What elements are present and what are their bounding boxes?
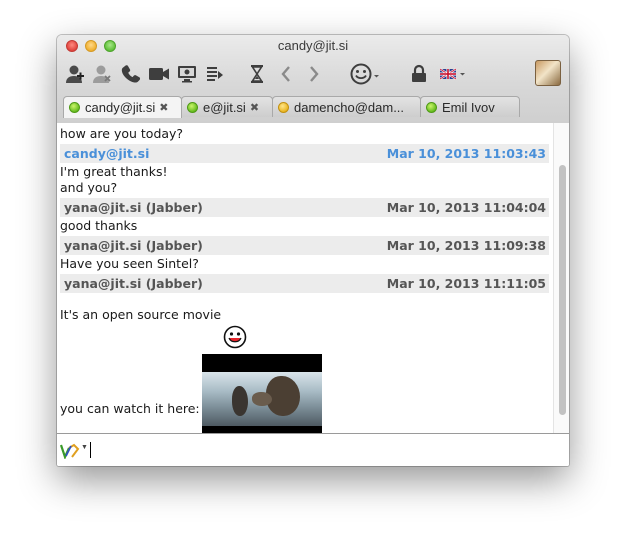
message-timestamp: Mar 10, 2013 11:11:05 [386,276,546,291]
chat-window: candy@jit.si candy@jit.si ✖ e@jit.si ✖ d… [57,35,569,466]
message-header: yana@jit.si (Jabber) Mar 10, 2013 11:04:… [60,198,549,217]
smiley-icon[interactable] [349,63,383,85]
tab-damencho[interactable]: damencho@dam... [272,96,421,117]
avatar[interactable] [535,60,561,86]
message-header: yana@jit.si (Jabber) Mar 10, 2013 11:11:… [60,274,549,293]
history-icon[interactable] [247,63,267,85]
sender-name: candy@jit.si [64,146,150,161]
message-timestamp: Mar 10, 2013 11:03:43 [386,146,546,161]
close-tab-icon[interactable]: ✖ [159,101,168,114]
smiley-emoticon-icon [223,325,247,349]
lock-icon[interactable] [409,63,429,85]
away-status-icon [278,101,289,113]
online-status-icon [187,101,198,113]
vertical-scrollbar[interactable] [553,123,569,433]
send-file-icon[interactable] [204,63,226,85]
text-caret [90,442,91,458]
sender-name: yana@jit.si (Jabber) [64,200,203,215]
tab-label: candy@jit.si [85,100,156,115]
tab-e[interactable]: e@jit.si ✖ [181,96,273,117]
message-header: yana@jit.si (Jabber) Mar 10, 2013 11:09:… [60,236,549,255]
forward-icon[interactable] [306,63,322,85]
close-tab-icon[interactable]: ✖ [250,101,259,114]
message-text: and you? [60,180,118,195]
chat-tabs: candy@jit.si ✖ e@jit.si ✖ damencho@dam..… [63,96,520,118]
title-bar: candy@jit.si candy@jit.si ✖ e@jit.si ✖ d… [57,35,569,124]
video-frame [202,372,322,426]
scrollbar-thumb[interactable] [559,165,566,415]
video-figure [232,386,248,416]
flag-uk-icon[interactable] [438,63,468,85]
message-text: It's an open source movie [60,307,222,322]
message-text: you can watch it here: [60,401,200,416]
chevron-down-icon[interactable]: ▼ [81,444,88,451]
add-contact-icon[interactable] [64,63,86,85]
tab-candy[interactable]: candy@jit.si ✖ [63,96,182,118]
phone-icon[interactable] [120,63,142,85]
tab-emil-ivov[interactable]: Emil Ivov [420,96,520,117]
tab-label: damencho@dam... [294,99,405,115]
tab-label: e@jit.si [203,99,246,115]
tab-label: Emil Ivov [442,99,495,115]
message-text: good thanks [60,218,138,233]
message-timestamp: Mar 10, 2013 11:09:38 [386,238,546,253]
message-header: candy@jit.si Mar 10, 2013 11:03:43 [60,144,549,163]
sender-name: yana@jit.si (Jabber) [64,238,203,253]
message-timestamp: Mar 10, 2013 11:04:04 [386,200,546,215]
message-text: how are you today? [60,126,184,141]
video-call-icon[interactable] [148,63,170,85]
message-text: I'm great thanks! [60,164,168,179]
message-input[interactable]: ▼ [57,433,569,466]
video-figure [252,392,272,406]
message-text: Have you seen Sintel? [60,256,199,271]
online-status-icon [426,101,437,113]
video-thumbnail[interactable] [202,354,322,433]
window-title: candy@jit.si [277,38,349,53]
back-icon[interactable] [278,63,294,85]
sender-name: yana@jit.si (Jabber) [64,276,203,291]
spellcheck-icon[interactable] [60,443,80,459]
conversation-panel[interactable]: how are you today? candy@jit.si Mar 10, … [57,123,553,433]
online-status-icon [69,102,80,113]
desktop-share-icon[interactable] [176,63,198,85]
remove-contact-icon[interactable] [91,63,113,85]
